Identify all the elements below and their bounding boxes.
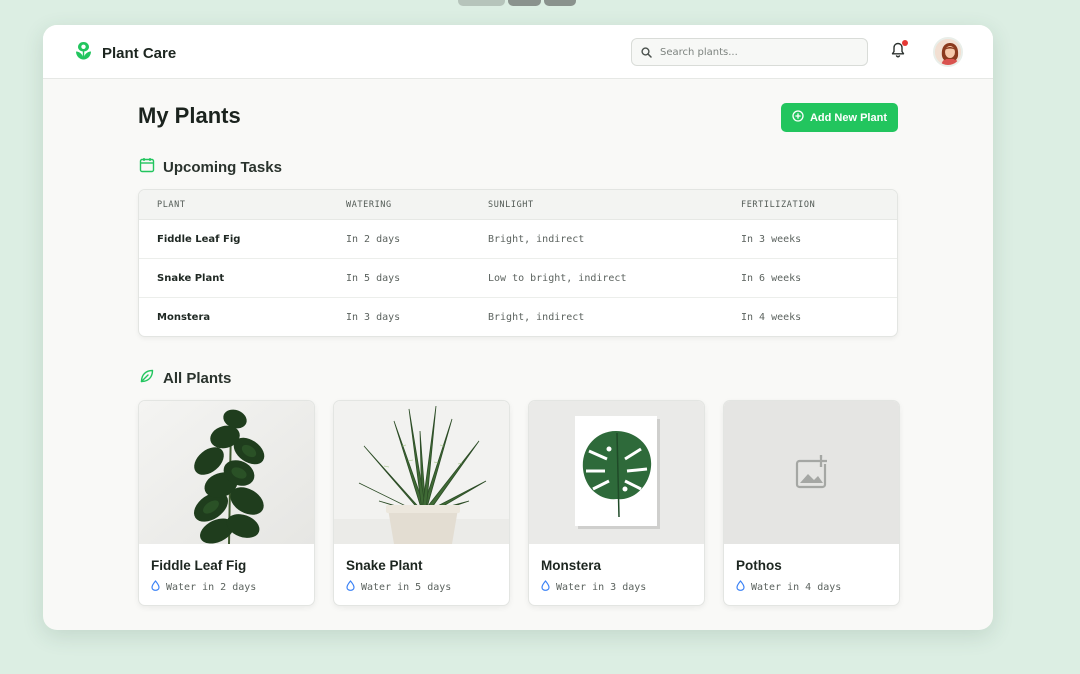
table-row[interactable]: Snake Plant In 5 days Low to bright, ind… <box>139 259 897 298</box>
image-placeholder <box>724 401 899 544</box>
browser-tab[interactable] <box>544 0 576 6</box>
avatar[interactable] <box>933 37 963 67</box>
plus-circle-icon <box>792 110 804 125</box>
cell-fertilization: In 3 weeks <box>741 233 802 245</box>
water-schedule: Water in 4 days <box>736 580 887 594</box>
brand[interactable]: Plant Care <box>75 41 176 65</box>
water-text: Water in 5 days <box>361 581 452 593</box>
section-title-plants: All Plants <box>139 368 231 388</box>
water-drop-icon <box>151 580 160 594</box>
add-plant-label: Add New Plant <box>809 111 887 124</box>
notifications-button[interactable] <box>891 40 908 62</box>
cell-plant: Snake Plant <box>157 272 225 284</box>
water-schedule: Water in 3 days <box>541 580 692 594</box>
column-header-plant: PLANT <box>157 199 186 210</box>
leaf-icon <box>139 368 155 388</box>
water-text: Water in 2 days <box>166 581 257 593</box>
plant-card[interactable]: Pothos Water in 4 days <box>723 400 900 606</box>
water-schedule: Water in 2 days <box>151 580 302 594</box>
search-input[interactable] <box>660 46 850 58</box>
section-title-text: Upcoming Tasks <box>163 158 282 176</box>
table-row[interactable]: Monstera In 3 days Bright, indirect In 4… <box>139 298 897 336</box>
snake-plant-photo <box>334 401 509 544</box>
plant-name: Pothos <box>736 558 782 573</box>
cell-sunlight: Low to bright, indirect <box>488 272 627 284</box>
plant-card[interactable]: Monstera Water in 3 days <box>528 400 705 606</box>
search-box[interactable] <box>631 38 868 66</box>
cell-fertilization: In 4 weeks <box>741 312 802 323</box>
cell-plant: Fiddle Leaf Fig <box>157 233 241 245</box>
tasks-table: PLANT WATERING SUNLIGHT FERTILIZATION Fi… <box>138 189 898 337</box>
water-text: Water in 4 days <box>751 581 842 593</box>
section-title-text: All Plants <box>163 369 232 387</box>
table-row[interactable]: Fiddle Leaf Fig In 2 days Bright, indire… <box>139 220 897 259</box>
calendar-icon <box>139 157 155 177</box>
column-header-watering: WATERING <box>346 199 392 210</box>
app-window: Plant Care My Plants <box>43 25 993 630</box>
cell-sunlight: Bright, indirect <box>488 233 585 245</box>
column-header-sunlight: SUNLIGHT <box>488 199 534 210</box>
monstera-leaf-print <box>529 401 704 544</box>
plant-logo-icon <box>75 41 92 65</box>
column-header-fertilization: FERTILIZATION <box>741 199 816 210</box>
plant-card[interactable]: Snake Plant Water in 5 days <box>333 400 510 606</box>
cell-watering: In 2 days <box>346 233 401 245</box>
table-header: PLANT WATERING SUNLIGHT FERTILIZATION <box>139 190 897 220</box>
plant-card-grid: Fiddle Leaf Fig Water in 2 days Snake Pl… <box>138 400 900 606</box>
cell-watering: In 3 days <box>346 312 401 323</box>
search-icon <box>641 43 652 62</box>
cell-fertilization: In 6 weeks <box>741 272 802 284</box>
water-text: Water in 3 days <box>556 581 647 593</box>
page-title: My Plants <box>138 103 241 128</box>
cell-plant: Monstera <box>157 312 211 323</box>
plant-card[interactable]: Fiddle Leaf Fig Water in 2 days <box>138 400 315 606</box>
plant-name: Snake Plant <box>346 558 423 573</box>
fiddle-leaf-fig-photo <box>139 401 314 544</box>
notification-dot <box>902 40 908 46</box>
cell-watering: In 5 days <box>346 272 401 284</box>
plant-name: Fiddle Leaf Fig <box>151 558 247 573</box>
section-title-tasks: Upcoming Tasks <box>139 157 282 177</box>
cell-sunlight: Bright, indirect <box>488 312 585 323</box>
bell-icon <box>891 42 905 62</box>
browser-tab[interactable] <box>458 0 505 6</box>
water-drop-icon <box>736 580 745 594</box>
plant-name: Monstera <box>541 558 602 573</box>
water-drop-icon <box>346 580 355 594</box>
water-drop-icon <box>541 580 550 594</box>
app-header: Plant Care <box>43 25 993 79</box>
app-name: Plant Care <box>102 44 177 62</box>
add-plant-button[interactable]: Add New Plant <box>781 103 898 132</box>
browser-tab[interactable] <box>508 0 541 6</box>
water-schedule: Water in 5 days <box>346 580 497 594</box>
browser-tab-strip <box>458 0 576 6</box>
